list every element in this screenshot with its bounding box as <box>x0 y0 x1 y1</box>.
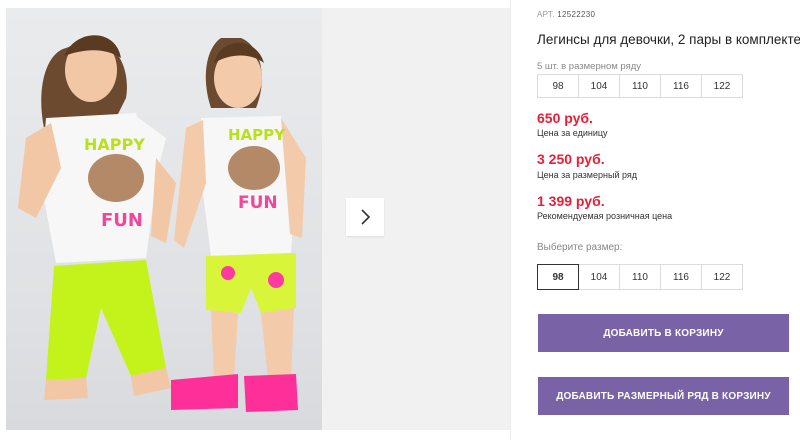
retail-price-label: Рекомендуемая розничная цена <box>537 211 673 221</box>
unit-price-label: Цена за единицу <box>537 128 608 138</box>
shirt-text-top-1: HAPPY <box>84 135 145 154</box>
size-row-item: 110 <box>619 74 661 98</box>
size-row-price-label: Цена за размерный ряд <box>537 170 638 180</box>
choose-size-label: Выберите размер: <box>537 242 623 253</box>
add-size-row-to-cart-button[interactable]: ДОБАВИТЬ РАЗМЕРНЫЙ РЯД В КОРЗИНУ <box>538 377 789 415</box>
article-label: АРТ. <box>537 10 555 19</box>
size-row-item: 104 <box>578 74 620 98</box>
size-row-item: 122 <box>701 74 743 98</box>
product-photo[interactable]: HAPPY FUN HAPPY FUN <box>6 8 322 430</box>
unit-price: 650 руб. <box>537 110 593 126</box>
product-gallery: HAPPY FUN HAPPY FUN <box>0 0 510 440</box>
size-row-list: 98 104 110 116 122 <box>537 74 743 98</box>
shirt-text-bottom-1: FUN <box>101 210 143 231</box>
size-row-price: 3 250 руб. <box>537 151 605 167</box>
article-value: 12522230 <box>557 10 596 19</box>
size-option-selected[interactable]: 98 <box>537 264 579 290</box>
size-row-label: 5 шт. в размерном ряду <box>537 61 642 72</box>
retail-price: 1 399 руб. <box>537 193 605 209</box>
size-selector: 98 104 110 116 122 <box>537 264 743 290</box>
shirt-text-bottom-2: FUN <box>238 193 278 213</box>
article-number: АРТ. 12522230 <box>537 10 595 19</box>
size-row-item: 116 <box>660 74 702 98</box>
product-title: Легинсы для девочки, 2 пары в комплекте <box>537 32 800 47</box>
children-photo-illustration: HAPPY FUN HAPPY FUN <box>18 35 306 412</box>
chevron-right-icon <box>361 209 371 225</box>
size-option[interactable]: 110 <box>619 264 661 290</box>
size-option[interactable]: 104 <box>578 264 620 290</box>
size-option[interactable]: 122 <box>701 264 743 290</box>
panel-divider <box>510 0 511 440</box>
next-slide-button[interactable] <box>346 198 384 236</box>
size-row-item: 98 <box>537 74 579 98</box>
add-to-cart-button[interactable]: ДОБАВИТЬ В КОРЗИНУ <box>538 314 789 352</box>
shirt-text-top-2: HAPPY <box>228 126 286 144</box>
size-option[interactable]: 116 <box>660 264 702 290</box>
